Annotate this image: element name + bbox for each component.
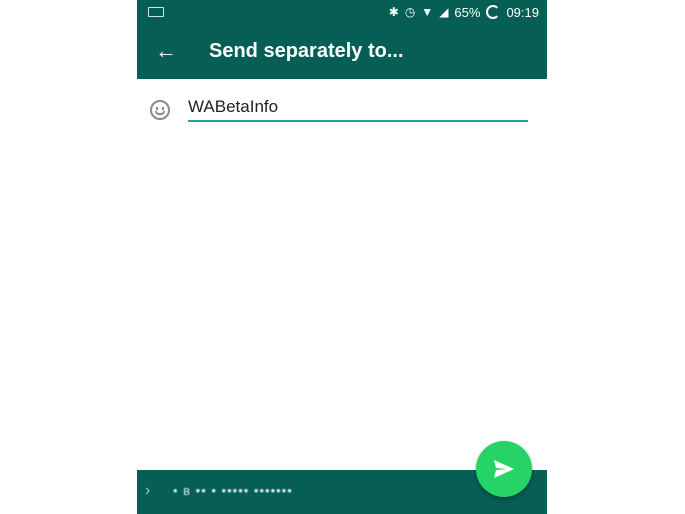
battery-percent: 65% <box>454 4 481 20</box>
alarm-icon: ◷ <box>404 5 416 19</box>
list-name-input[interactable] <box>188 94 528 122</box>
clock: 09:19 <box>506 4 539 20</box>
name-row <box>137 90 547 130</box>
bluetooth-icon: ✱ <box>388 5 399 19</box>
recipients-list: • в •• • ••••• ••••••• <box>173 483 293 498</box>
app-bar: ← Send separately to... <box>137 24 547 79</box>
send-button[interactable] <box>476 441 532 497</box>
wifi-icon: ▼ <box>421 5 434 19</box>
status-icons: ✱ ◷ ▼ ◢ 65% 09:19 <box>389 4 539 20</box>
send-icon <box>494 460 514 478</box>
phone-screen: ✱ ◷ ▼ ◢ 65% 09:19 ← Send separately to..… <box>137 0 547 514</box>
page-title: Send separately to... <box>209 40 404 62</box>
chevron-right-icon[interactable]: › <box>145 482 150 500</box>
signal-icon: ◢ <box>439 5 449 19</box>
keyboard-icon <box>148 7 164 17</box>
status-bar: ✱ ◷ ▼ ◢ 65% 09:19 <box>137 0 547 24</box>
emoji-icon[interactable] <box>150 100 170 120</box>
arrow-left-icon[interactable]: ← <box>151 36 181 66</box>
battery-icon <box>486 5 501 19</box>
